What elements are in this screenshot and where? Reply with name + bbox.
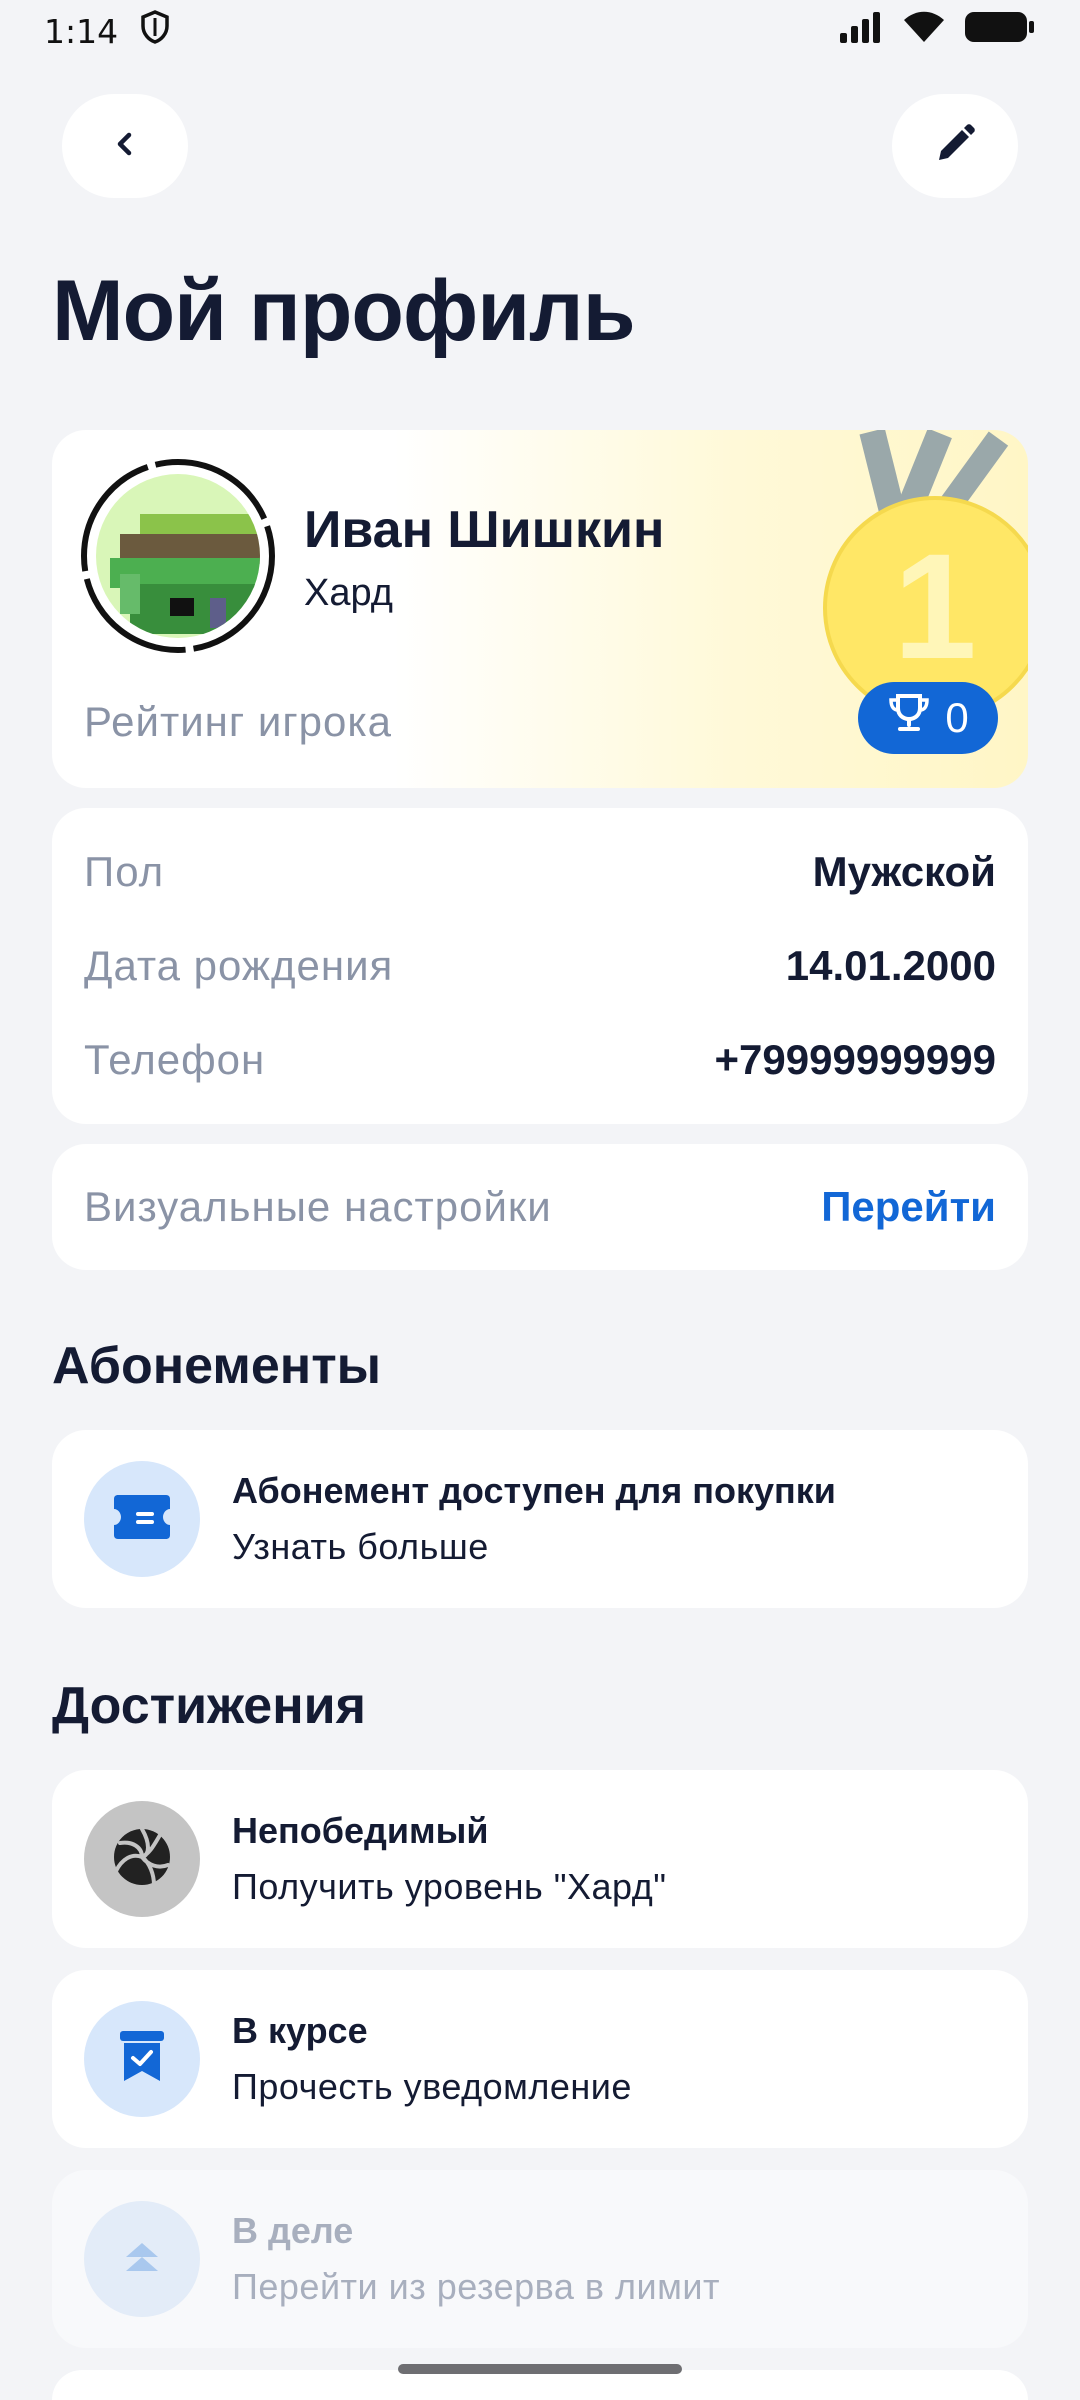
back-icon <box>110 129 140 164</box>
subscription-item[interactable]: Абонемент доступен для покупки Узнать бо… <box>52 1430 1028 1608</box>
player-level: Хард <box>304 572 393 614</box>
profile-card: 1 Иван Шишкин Хард Рейтинг игрока 0 <box>52 430 1028 788</box>
list-item-subtitle: Узнать больше <box>232 1526 489 1567</box>
achievement-item[interactable]: В курсе Прочесть уведомление <box>52 1970 1028 2148</box>
list-item-title: Абонемент доступен для покупки <box>232 1470 836 1511</box>
trophy-icon <box>887 693 931 743</box>
list-item-subtitle: Перейти из резерва в лимит <box>232 2266 720 2307</box>
edit-icon <box>933 122 977 171</box>
info-label: Пол <box>84 848 165 895</box>
list-item-title: Непобедимый <box>232 1810 489 1851</box>
achievement-item[interactable]: Непобедимый Получить уровень "Хард" <box>52 1770 1028 1948</box>
rating-label: Рейтинг игрока <box>84 698 393 745</box>
player-name: Иван Шишкин <box>304 501 665 559</box>
visual-settings-row[interactable]: Визуальные настройки Перейти <box>52 1144 1028 1270</box>
page-title: Мой профиль <box>52 263 636 359</box>
signal-icon <box>838 11 884 52</box>
info-label: Телефон <box>84 1036 266 1083</box>
list-item-subtitle: Прочесть уведомление <box>232 2066 632 2107</box>
wifi-icon <box>902 10 946 53</box>
bookmark-check-icon <box>116 2029 168 2090</box>
battery-icon <box>964 10 1036 53</box>
achievement-item-partial[interactable] <box>52 2370 1028 2400</box>
info-row-phone: Телефон +79999999999 <box>84 1030 996 1090</box>
info-label: Дата рождения <box>84 942 394 989</box>
back-button[interactable] <box>62 94 188 198</box>
achievement-item-locked[interactable]: В деле Перейти из резерва в лимит <box>52 2170 1028 2348</box>
rating-badge[interactable]: 0 <box>858 682 998 754</box>
list-item-subtitle: Получить уровень "Хард" <box>232 1866 667 1907</box>
edit-button[interactable] <box>892 94 1018 198</box>
list-item-title: В деле <box>232 2210 354 2251</box>
subscription-icon-circle <box>84 1461 200 1577</box>
info-row-gender: Пол Мужской <box>84 842 996 902</box>
ticket-icon <box>112 1493 172 1546</box>
achievement-icon-circle <box>84 2001 200 2117</box>
info-value: Мужской <box>812 848 996 895</box>
chevrons-up-icon <box>120 2237 164 2282</box>
info-row-birthdate: Дата рождения 14.01.2000 <box>84 936 996 996</box>
achievement-icon-circle <box>84 2201 200 2317</box>
medal-rank: 1 <box>893 522 976 690</box>
home-indicator[interactable] <box>398 2364 682 2374</box>
avatar[interactable] <box>80 458 276 654</box>
shield-icon <box>140 9 170 53</box>
visual-settings-label: Визуальные настройки <box>84 1183 552 1230</box>
achievements-title: Достижения <box>52 1677 366 1735</box>
subscriptions-title: Абонементы <box>52 1337 382 1395</box>
visual-settings-link[interactable]: Перейти <box>821 1183 996 1231</box>
volleyball-icon <box>110 1825 174 1894</box>
status-bar: 1:14 <box>0 0 1080 62</box>
info-value: 14.01.2000 <box>785 942 996 989</box>
personal-info-card: Пол Мужской Дата рождения 14.01.2000 Тел… <box>52 808 1028 1124</box>
list-item-title: В курсе <box>232 2010 368 2051</box>
status-time: 1:14 <box>44 11 119 51</box>
info-value: +79999999999 <box>714 1036 996 1083</box>
rating-value: 0 <box>945 694 969 741</box>
achievement-icon-circle <box>84 1801 200 1917</box>
